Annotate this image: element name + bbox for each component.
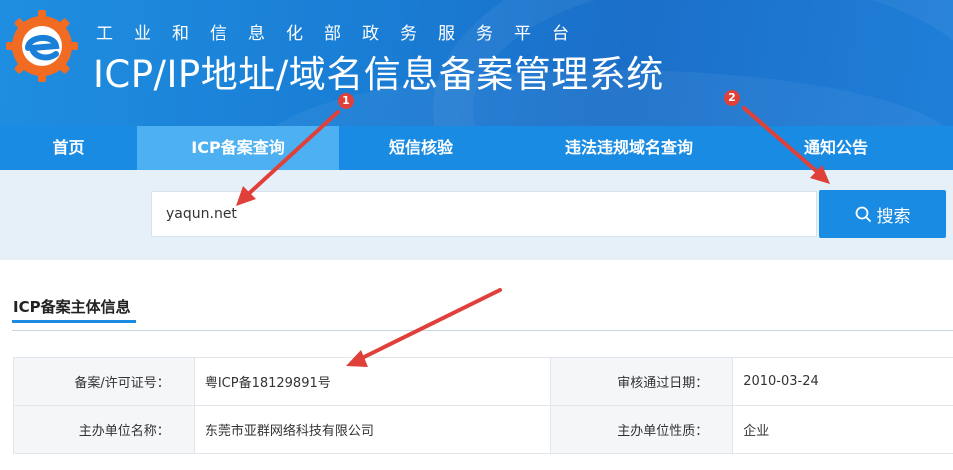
license-number-value: 粤ICP备18129891号 bbox=[193, 357, 552, 406]
section-title-underline bbox=[12, 320, 136, 323]
license-number-label: 备案/许可证号： bbox=[13, 357, 195, 406]
organizer-name-label: 主办单位名称： bbox=[13, 405, 195, 454]
main-nav: 首页 ICP备案查询 短信核验 违法违规域名查询 通知公告 bbox=[0, 126, 953, 170]
annotation-arrow-3 bbox=[346, 288, 502, 367]
table-row: 备案/许可证号： 粤ICP备18129891号 审核通过日期： 2010-03-… bbox=[13, 357, 953, 406]
annotation-badge-2: 2 bbox=[724, 90, 740, 106]
section-title: ICP备案主体信息 bbox=[13, 298, 131, 316]
icp-info-table: 备案/许可证号： 粤ICP备18129891号 审核通过日期： 2010-03-… bbox=[13, 357, 953, 454]
approval-date-label: 审核通过日期： bbox=[550, 357, 734, 406]
site-title: ICP/IP地址/域名信息备案管理系统 bbox=[93, 53, 664, 96]
site-subtitle: 工业和信息化部政务服务平台 bbox=[96, 24, 590, 44]
search-input[interactable] bbox=[151, 191, 817, 237]
search-button[interactable]: 搜索 bbox=[819, 190, 946, 238]
table-row: 主办单位名称： 东莞市亚群网络科技有限公司 主办单位性质： 企业 bbox=[13, 405, 953, 454]
e-gear-logo-icon bbox=[6, 10, 78, 82]
organizer-name-value: 东莞市亚群网络科技有限公司 bbox=[193, 405, 552, 454]
nav-item-illegal-domain-query[interactable]: 违法违规域名查询 bbox=[503, 126, 755, 170]
nav-item-home[interactable]: 首页 bbox=[0, 126, 137, 170]
nav-item-sms-verify[interactable]: 短信核验 bbox=[339, 126, 503, 170]
approval-date-value: 2010-03-24 bbox=[732, 357, 953, 406]
search-icon bbox=[855, 206, 871, 222]
nav-item-notices[interactable]: 通知公告 bbox=[755, 126, 917, 170]
nav-item-icp-query[interactable]: ICP备案查询 bbox=[137, 126, 339, 170]
search-button-label: 搜索 bbox=[876, 206, 911, 227]
organizer-type-value: 企业 bbox=[732, 405, 953, 454]
organizer-type-label: 主办单位性质： bbox=[550, 405, 734, 454]
annotation-badge-1: 1 bbox=[338, 93, 354, 109]
divider bbox=[12, 330, 953, 331]
header-banner: 工业和信息化部政务服务平台 ICP/IP地址/域名信息备案管理系统 bbox=[0, 0, 953, 126]
